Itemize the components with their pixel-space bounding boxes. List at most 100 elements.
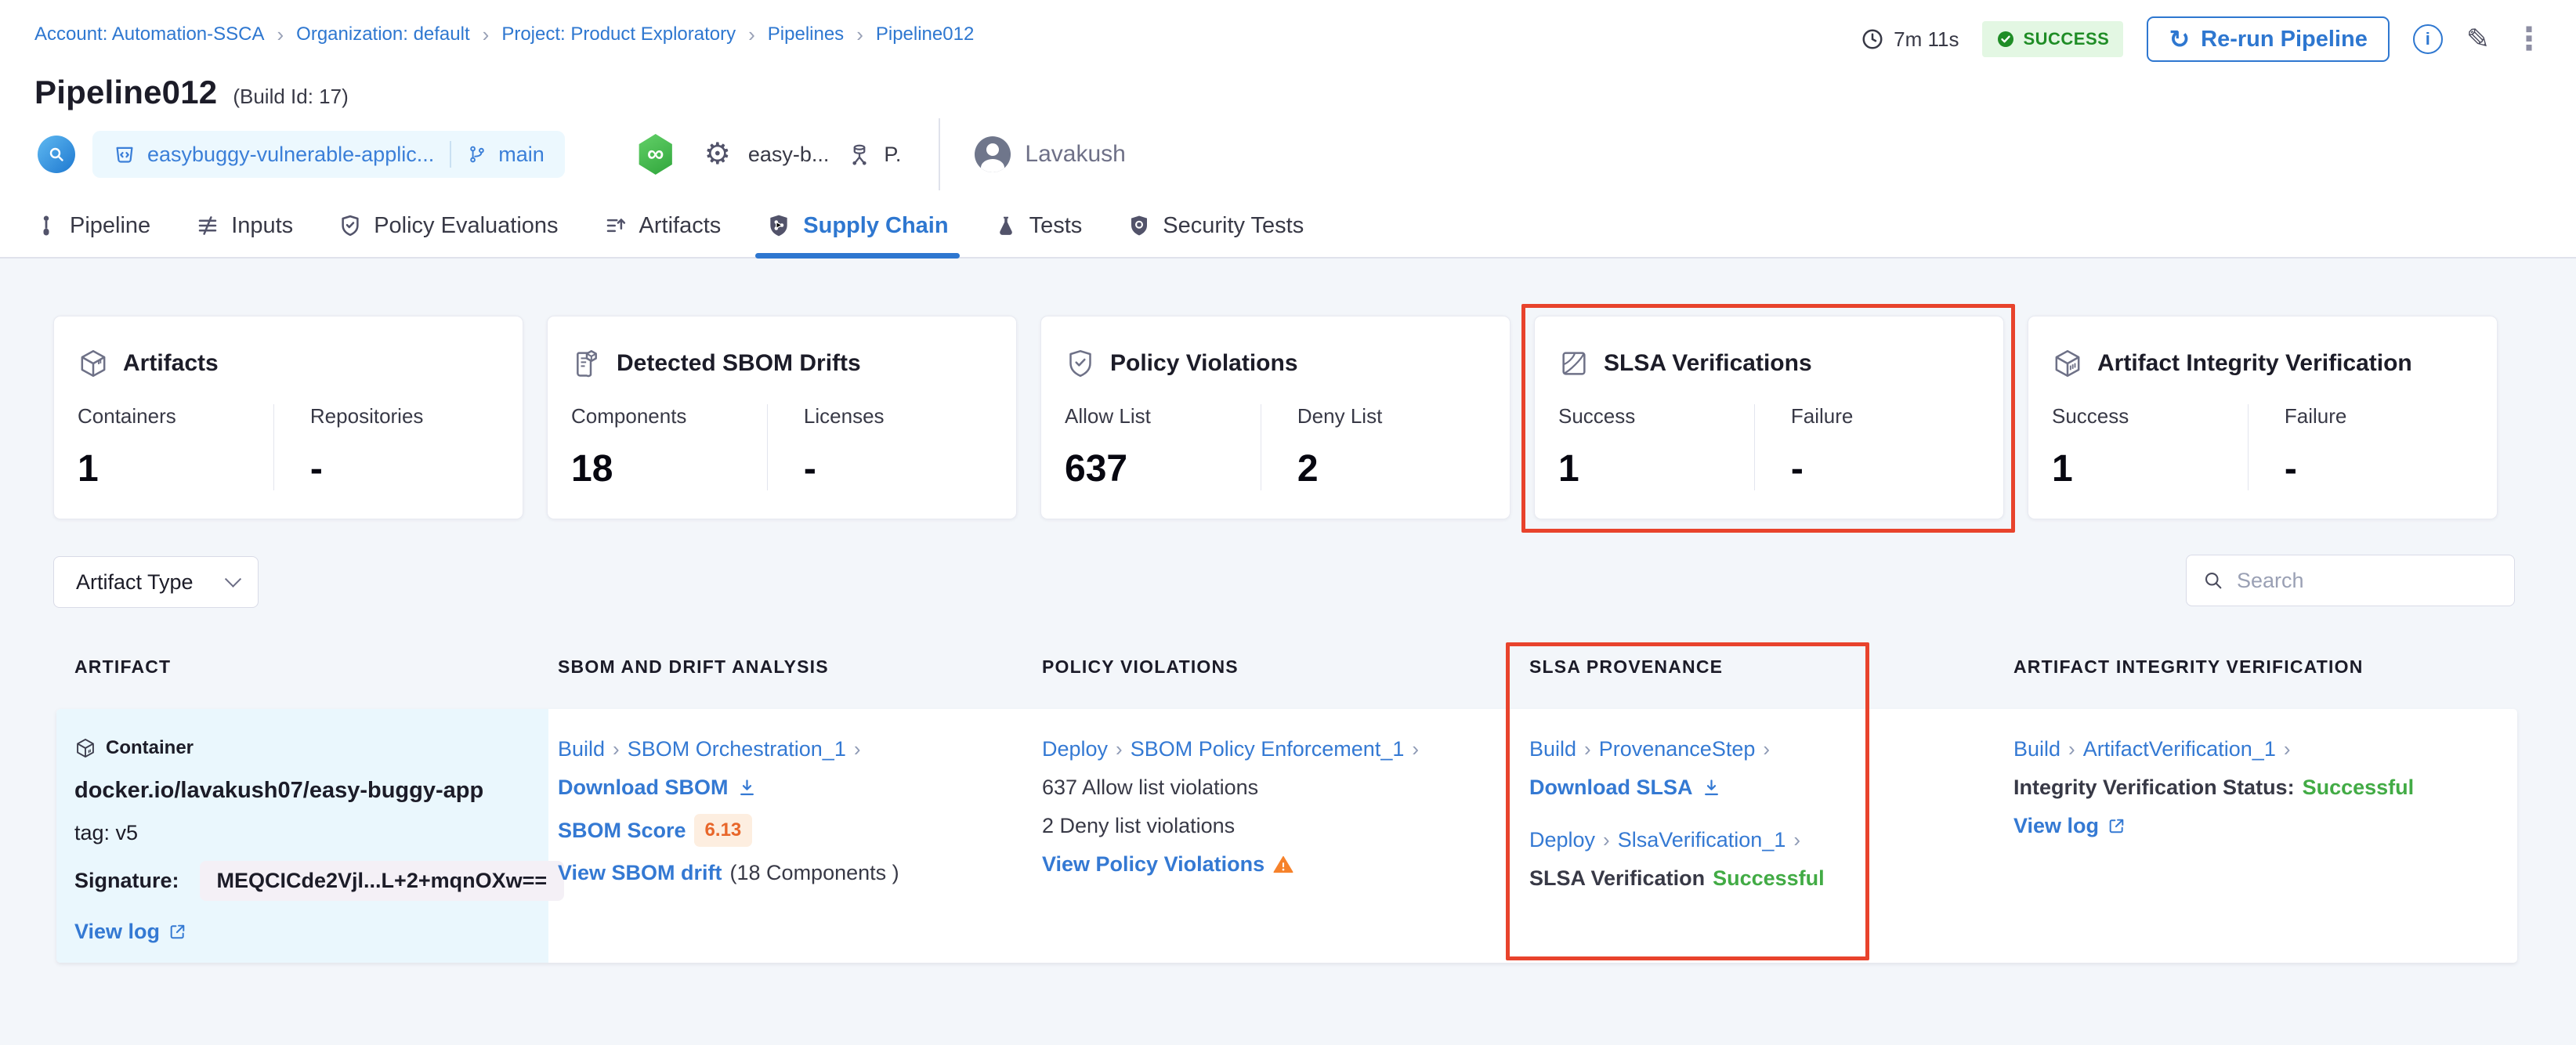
sbom-document-icon bbox=[571, 348, 602, 379]
tab-inputs[interactable]: Inputs bbox=[196, 194, 293, 257]
search-input[interactable] bbox=[2237, 568, 2514, 593]
status-badge: SUCCESS bbox=[1982, 21, 2124, 57]
search-icon bbox=[2202, 570, 2224, 591]
tab-label: Inputs bbox=[231, 212, 294, 238]
shield-check-icon bbox=[1065, 348, 1096, 379]
tab-label: Policy Evaluations bbox=[374, 212, 559, 238]
summary-cards: Artifacts Containers 1 Repositories - Dete… bbox=[53, 316, 2498, 519]
breadcrumb: Account: Automation-SSCA › Organization:… bbox=[34, 24, 974, 45]
view-policy-violations-link[interactable]: View Policy Violations bbox=[1042, 852, 1264, 877]
view-log-link[interactable]: View log bbox=[2013, 814, 2099, 838]
repo-branch-pill[interactable]: easybuggy-vulnerable-applic... main bbox=[92, 131, 565, 178]
table-row: Container docker.io/lavakush07/easy-bugg… bbox=[56, 709, 2517, 963]
stat-value: - bbox=[1790, 448, 1804, 490]
stage-link[interactable]: Deploy bbox=[1529, 828, 1595, 852]
step-link[interactable]: ProvenanceStep bbox=[1599, 737, 1756, 761]
sbom-score-link[interactable]: SBOM Score bbox=[558, 819, 686, 843]
tab-supply-chain[interactable]: Supply Chain bbox=[755, 194, 960, 259]
external-link-icon[interactable] bbox=[168, 922, 187, 942]
tab-label: Supply Chain bbox=[803, 212, 949, 238]
pipeline-icon bbox=[34, 214, 58, 237]
stat-value: 1 bbox=[2052, 448, 2073, 490]
stage-link[interactable]: Build bbox=[558, 737, 605, 761]
download-slsa-link[interactable]: Download SLSA bbox=[1529, 776, 1693, 800]
infinity-icon: ∞ bbox=[647, 141, 664, 167]
chevron-right-icon: › bbox=[1603, 828, 1610, 852]
tab-tests[interactable]: Tests bbox=[994, 194, 1082, 257]
artifact-image-name: docker.io/lavakush07/easy-buggy-app bbox=[74, 778, 484, 803]
stat-label: Components bbox=[571, 404, 687, 428]
search-box bbox=[2186, 555, 2515, 606]
refresh-icon: ↻ bbox=[2169, 25, 2191, 53]
breadcrumb-pipelines[interactable]: Pipelines bbox=[768, 24, 844, 45]
download-icon[interactable] bbox=[736, 777, 758, 798]
rerun-pipeline-button[interactable]: ↻ Re-run Pipeline bbox=[2147, 16, 2390, 62]
artifact-type-select[interactable]: Artifact Type bbox=[53, 556, 259, 608]
breadcrumb-pipeline012[interactable]: Pipeline012 bbox=[876, 24, 974, 45]
tab-label: Security Tests bbox=[1163, 212, 1304, 238]
slsa-icon bbox=[1558, 348, 1590, 379]
edit-pipeline-icon[interactable]: ✎ bbox=[2466, 25, 2490, 53]
tab-artifacts[interactable]: Artifacts bbox=[604, 194, 722, 257]
stat-value: 2 bbox=[1297, 448, 1319, 490]
column-header-slsa: SLSA PROVENANCE bbox=[1529, 656, 1724, 677]
table-header-row: ARTIFACT SBOM AND DRIFT ANALYSIS POLICY … bbox=[56, 656, 2517, 678]
external-link-icon[interactable] bbox=[2107, 816, 2126, 836]
repository-icon bbox=[113, 143, 136, 166]
download-sbom-link[interactable]: Download SBOM bbox=[558, 776, 729, 800]
more-options-icon[interactable]: ⋮ bbox=[2513, 24, 2545, 55]
view-log-link[interactable]: View log bbox=[74, 920, 160, 944]
stage-link[interactable]: Deploy bbox=[1042, 737, 1108, 761]
supply-chain-shield-icon bbox=[766, 213, 791, 238]
step-link[interactable]: SBOM Orchestration_1 bbox=[628, 737, 846, 761]
breadcrumb-organization[interactable]: Organization: default bbox=[296, 24, 469, 45]
title-row: Pipeline012 (Build Id: 17) bbox=[34, 74, 349, 111]
cube-barcode-icon bbox=[2052, 348, 2083, 379]
stage-link[interactable]: Build bbox=[1529, 737, 1576, 761]
chevron-right-icon: › bbox=[2283, 737, 2291, 761]
card-artifact-integrity: Artifact Integrity Verification Success 1… bbox=[2028, 316, 2498, 519]
tab-label: Artifacts bbox=[639, 212, 722, 238]
chevron-right-icon: › bbox=[1412, 737, 1420, 761]
download-icon[interactable] bbox=[1701, 777, 1722, 798]
cell-slsa: Build › ProvenanceStep › Download SLSA D… bbox=[1520, 709, 2004, 963]
stage-link[interactable]: Build bbox=[2013, 737, 2060, 761]
column-header-policy: POLICY VIOLATIONS bbox=[1042, 656, 1239, 677]
check-circle-icon bbox=[1996, 30, 2015, 49]
step-link[interactable]: SlsaVerification_1 bbox=[1618, 828, 1786, 852]
signature-value: MEQCICde2Vjl...L+2+mqnOXw== bbox=[199, 861, 565, 901]
stat-value: 1 bbox=[78, 448, 99, 490]
breadcrumb-account[interactable]: Account: Automation-SSCA bbox=[34, 24, 264, 45]
tab-policy-evaluations[interactable]: Policy Evaluations bbox=[338, 194, 559, 257]
artifact-tag: tag: v5 bbox=[74, 821, 139, 844]
tab-pipeline[interactable]: Pipeline bbox=[34, 194, 150, 257]
chevron-right-icon: › bbox=[1584, 737, 1591, 761]
card-title: Artifacts bbox=[123, 350, 219, 376]
warning-triangle-icon bbox=[1272, 854, 1294, 876]
artifact-type-badge: Container bbox=[106, 737, 194, 758]
shield-check-icon bbox=[338, 214, 362, 237]
info-icon[interactable]: i bbox=[2412, 24, 2443, 54]
stat-label: Success bbox=[1558, 404, 1636, 428]
stat-label: Licenses bbox=[803, 404, 885, 428]
column-header-integrity: ARTIFACT INTEGRITY VERIFICATION bbox=[2013, 656, 2364, 677]
chevron-right-icon: › bbox=[277, 23, 284, 46]
tab-security-tests[interactable]: Security Tests bbox=[1127, 194, 1304, 257]
breadcrumb-project[interactable]: Project: Product Exploratory bbox=[501, 24, 736, 45]
code-repo-icon bbox=[38, 136, 75, 173]
step-link[interactable]: ArtifactVerification_1 bbox=[2083, 737, 2276, 761]
trigger-user-initial: P. bbox=[884, 142, 902, 166]
chevron-down-icon bbox=[224, 570, 242, 588]
tab-label: Pipeline bbox=[70, 212, 151, 238]
chevron-right-icon: › bbox=[748, 23, 755, 46]
cell-artifact: Container docker.io/lavakush07/easy-bugg… bbox=[56, 709, 565, 963]
step-link[interactable]: SBOM Policy Enforcement_1 bbox=[1131, 737, 1405, 761]
user-avatar bbox=[975, 136, 1011, 172]
ci-success-hexagon-icon: ∞ bbox=[639, 134, 672, 175]
stat-label: Allow List bbox=[1065, 404, 1151, 428]
gear-icon: ⚙ bbox=[704, 138, 731, 171]
branch-name: main bbox=[498, 142, 545, 166]
view-sbom-drift-link[interactable]: View SBOM drift bbox=[558, 861, 722, 885]
stat-label: Success bbox=[2052, 404, 2129, 428]
deny-list-violations: 2 Deny list violations bbox=[1042, 814, 1236, 837]
